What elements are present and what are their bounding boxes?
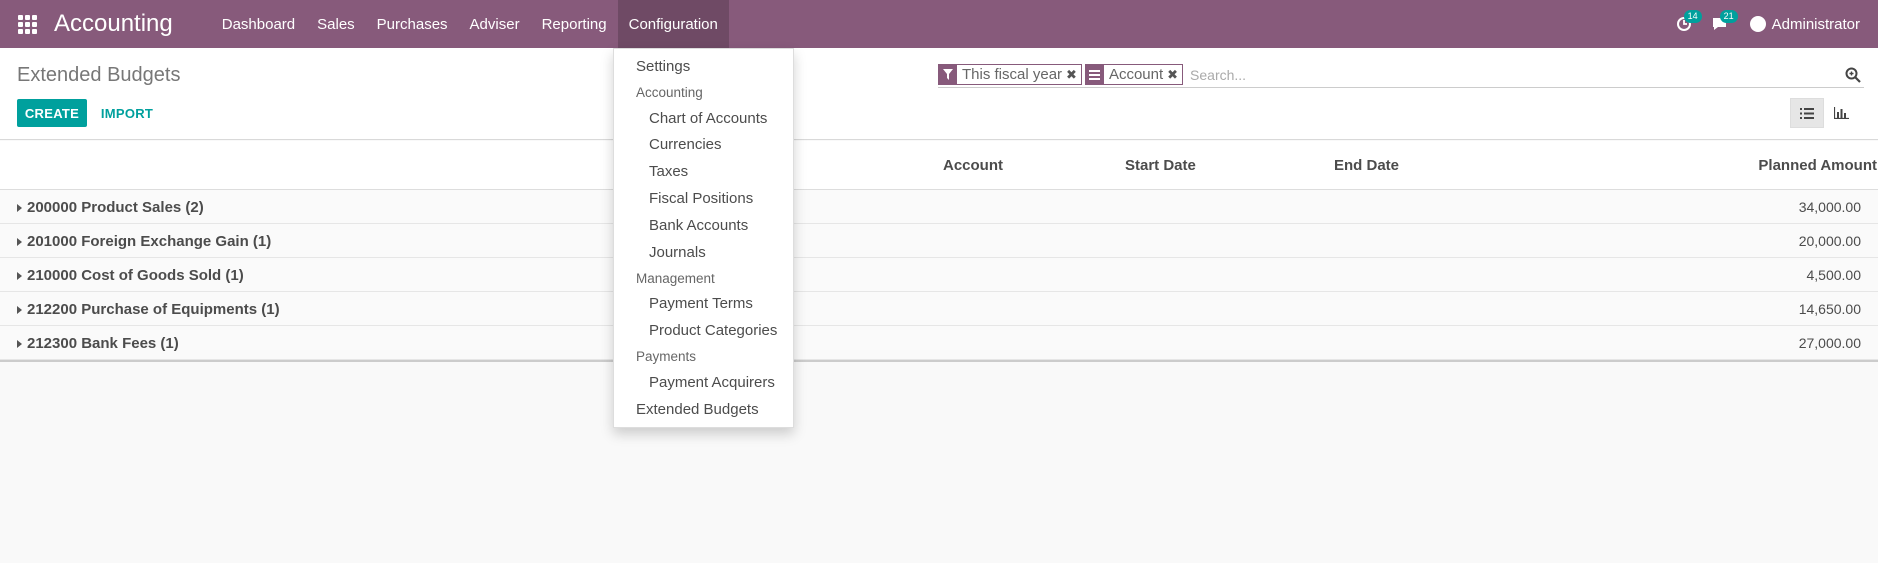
column-planned-amount[interactable]: Planned Amount bbox=[1758, 157, 1877, 174]
menu-item-chart-of-accounts[interactable]: Chart of Accounts bbox=[614, 105, 793, 132]
activities-button[interactable]: 14 bbox=[1666, 0, 1702, 48]
list-icon bbox=[1800, 107, 1814, 119]
menu-purchases[interactable]: Purchases bbox=[366, 0, 459, 48]
menu-item-currencies[interactable]: Currencies bbox=[614, 132, 793, 159]
list-view-button[interactable] bbox=[1790, 98, 1824, 128]
configuration-dropdown: Settings Accounting Chart of Accounts Cu… bbox=[613, 48, 794, 428]
group-amount: 27,000.00 bbox=[1798, 335, 1861, 351]
list-header: Account Start Date End Date Planned Amou… bbox=[0, 141, 1878, 190]
groupby-icon bbox=[1085, 65, 1104, 84]
menu-sales[interactable]: Sales bbox=[306, 0, 366, 48]
caret-right-icon bbox=[17, 306, 22, 314]
menu-item-payment-terms[interactable]: Payment Terms bbox=[614, 291, 793, 318]
menu-dashboard[interactable]: Dashboard bbox=[211, 0, 306, 48]
top-navbar: Accounting Dashboard Sales Purchases Adv… bbox=[0, 0, 1878, 48]
groupby-facet-label: Account bbox=[1108, 66, 1164, 83]
caret-right-icon bbox=[17, 238, 22, 246]
caret-right-icon bbox=[17, 340, 22, 348]
user-name: Administrator bbox=[1771, 15, 1860, 33]
menu-item-fiscal-positions[interactable]: Fiscal Positions bbox=[614, 185, 793, 212]
group-name: 212200 Purchase of Equipments (1) bbox=[27, 301, 280, 318]
filter-facet-label: This fiscal year bbox=[962, 66, 1063, 83]
filter-facet: This fiscal year ✖ bbox=[938, 64, 1082, 85]
column-account[interactable]: Account bbox=[943, 157, 1003, 174]
group-name: 212300 Bank Fees (1) bbox=[27, 335, 179, 352]
group-amount: 14,650.00 bbox=[1798, 301, 1861, 317]
main-menu: Dashboard Sales Purchases Adviser Report… bbox=[211, 0, 729, 48]
group-amount: 34,000.00 bbox=[1798, 199, 1861, 215]
group-name: 210000 Cost of Goods Sold (1) bbox=[27, 267, 244, 284]
table-row[interactable]: 210000 Cost of Goods Sold (1) 4,500.00 bbox=[0, 258, 1878, 292]
avatar bbox=[1749, 16, 1766, 32]
group-name: 200000 Product Sales (2) bbox=[27, 199, 204, 216]
messages-button[interactable]: 21 bbox=[1702, 0, 1738, 48]
menu-item-journals[interactable]: Journals bbox=[614, 239, 793, 266]
messages-count-badge: 21 bbox=[1719, 10, 1738, 23]
table-row[interactable]: 200000 Product Sales (2) 34,000.00 bbox=[0, 190, 1878, 224]
import-button[interactable]: IMPORT bbox=[92, 99, 162, 127]
caret-right-icon bbox=[17, 204, 22, 212]
caret-right-icon bbox=[17, 272, 22, 280]
budget-list: Account Start Date End Date Planned Amou… bbox=[0, 141, 1878, 362]
menu-item-taxes[interactable]: Taxes bbox=[614, 158, 793, 185]
group-name: 201000 Foreign Exchange Gain (1) bbox=[27, 233, 272, 250]
menu-item-settings[interactable]: Settings bbox=[614, 53, 793, 80]
group-amount: 4,500.00 bbox=[1806, 267, 1862, 283]
app-title: Accounting bbox=[54, 10, 173, 37]
systray: 14 21 Administrator bbox=[1666, 0, 1878, 48]
create-button[interactable]: CREATE bbox=[17, 99, 87, 127]
menu-configuration[interactable]: Configuration bbox=[617, 0, 729, 48]
control-panel: Extended Budgets CREATE IMPORT This fisc… bbox=[0, 48, 1878, 140]
filter-icon bbox=[939, 65, 957, 84]
breadcrumb: Extended Budgets bbox=[17, 64, 181, 86]
menu-item-bank-accounts[interactable]: Bank Accounts bbox=[614, 212, 793, 239]
list-footer-divider bbox=[0, 360, 1878, 362]
table-row[interactable]: 212200 Purchase of Equipments (1) 14,650… bbox=[0, 292, 1878, 326]
section-header-payments: Payments bbox=[636, 349, 697, 365]
apps-grid-icon[interactable] bbox=[0, 0, 54, 48]
remove-filter-icon[interactable]: ✖ bbox=[1066, 65, 1081, 84]
menu-adviser[interactable]: Adviser bbox=[459, 0, 531, 48]
activities-count-badge: 14 bbox=[1683, 10, 1702, 23]
groupby-facet: Account ✖ bbox=[1084, 64, 1184, 85]
menu-item-product-categories[interactable]: Product Categories bbox=[614, 317, 793, 344]
user-menu[interactable]: Administrator bbox=[1738, 0, 1878, 48]
graph-view-button[interactable] bbox=[1824, 98, 1858, 128]
search-icon[interactable] bbox=[1842, 64, 1864, 86]
column-end-date[interactable]: End Date bbox=[1334, 157, 1399, 174]
view-switcher bbox=[1790, 98, 1858, 128]
menu-item-payment-acquirers[interactable]: Payment Acquirers bbox=[614, 369, 793, 396]
section-header-management: Management bbox=[636, 270, 715, 286]
table-row[interactable]: 212300 Bank Fees (1) 27,000.00 bbox=[0, 326, 1878, 360]
section-header-accounting: Accounting bbox=[636, 84, 703, 100]
remove-groupby-icon[interactable]: ✖ bbox=[1167, 65, 1182, 84]
menu-item-extended-budgets[interactable]: Extended Budgets bbox=[614, 396, 793, 423]
table-row[interactable]: 201000 Foreign Exchange Gain (1) 20,000.… bbox=[0, 224, 1878, 258]
column-start-date[interactable]: Start Date bbox=[1125, 157, 1196, 174]
group-amount: 20,000.00 bbox=[1798, 233, 1861, 249]
bar-chart-icon bbox=[1833, 107, 1849, 119]
search-input[interactable] bbox=[1186, 63, 1842, 86]
search-bar: This fiscal year ✖ Account ✖ bbox=[938, 62, 1864, 88]
menu-reporting[interactable]: Reporting bbox=[531, 0, 618, 48]
